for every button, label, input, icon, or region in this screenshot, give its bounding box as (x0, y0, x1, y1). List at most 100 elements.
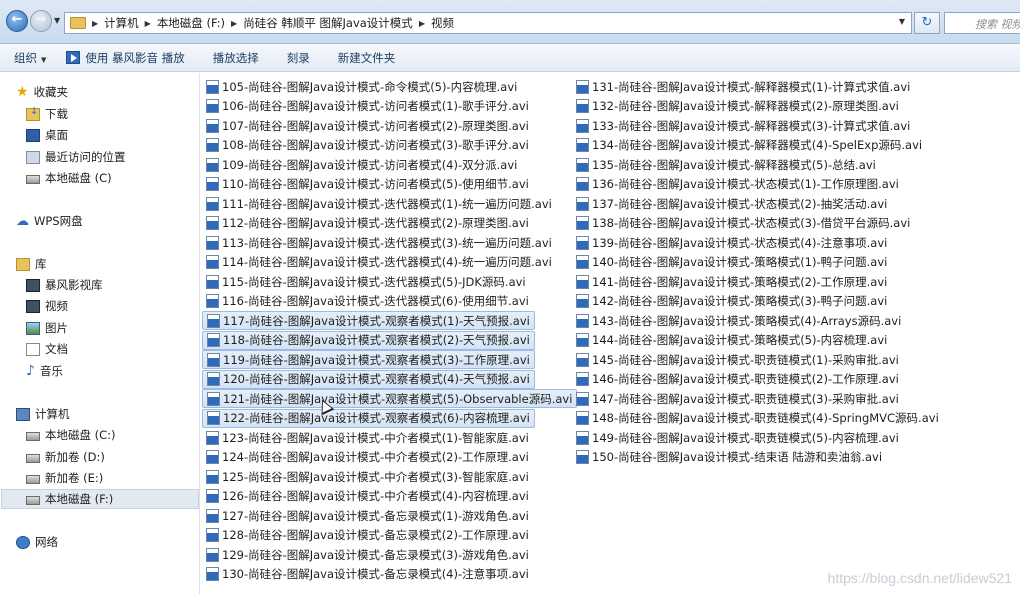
file-item[interactable]: 110-尚硅谷-图解Java设计模式-访问者模式(5)-使用细节.avi (202, 175, 533, 194)
file-name: 148-尚硅谷-图解Java设计模式-职责链模式(4)-SpringMVC源码.… (592, 411, 939, 425)
file-item[interactable]: 113-尚硅谷-图解Java设计模式-迭代器模式(3)-统一遍历问题.avi (202, 233, 556, 252)
crumb-video-folder[interactable]: 视频 (431, 15, 454, 31)
file-item[interactable]: 149-尚硅谷-图解Java设计模式-职责链模式(5)-内容梳理.avi (572, 428, 903, 447)
refresh-button[interactable]: ↻ (914, 12, 940, 34)
file-item[interactable]: 130-尚硅谷-图解Java设计模式-备忘录模式(4)-注意事项.avi (202, 565, 533, 584)
file-item[interactable]: 124-尚硅谷-图解Java设计模式-中介者模式(2)-工作原理.avi (202, 448, 533, 467)
video-file-icon (576, 372, 589, 386)
file-item[interactable]: 139-尚硅谷-图解Java设计模式-状态模式(4)-注意事项.avi (572, 233, 891, 252)
file-item[interactable]: 107-尚硅谷-图解Java设计模式-访问者模式(2)-原理类图.avi (202, 116, 533, 135)
file-item[interactable]: 143-尚硅谷-图解Java设计模式-策略模式(4)-Arrays源码.avi (572, 311, 905, 330)
nav-network[interactable]: 网络 (16, 532, 58, 552)
file-item[interactable]: 106-尚硅谷-图解Java设计模式-访问者模式(1)-歌手评分.avi (202, 97, 533, 116)
file-item[interactable]: 144-尚硅谷-图解Java设计模式-策略模式(5)-内容梳理.avi (572, 331, 891, 350)
file-item[interactable]: 142-尚硅谷-图解Java设计模式-策略模式(3)-鸭子问题.avi (572, 292, 891, 311)
star-icon: ★ (16, 83, 29, 100)
file-name: 144-尚硅谷-图解Java设计模式-策略模式(5)-内容梳理.avi (592, 333, 888, 347)
file-item[interactable]: 137-尚硅谷-图解Java设计模式-状态模式(2)-抽奖活动.avi (572, 194, 891, 213)
video-file-icon (576, 430, 589, 445)
file-item[interactable]: 127-尚硅谷-图解Java设计模式-备忘录模式(1)-游戏角色.avi (202, 506, 533, 525)
file-item[interactable]: 111-尚硅谷-图解Java设计模式-迭代器模式(1)-统一遍历问题.avi (202, 194, 556, 213)
file-item[interactable]: 128-尚硅谷-图解Java设计模式-备忘录模式(2)-工作原理.avi (202, 526, 533, 545)
nav-videos[interactable]: 视频 (26, 296, 68, 316)
nav-documents[interactable]: 文档 (26, 339, 68, 359)
file-name: 141-尚硅谷-图解Java设计模式-策略模式(2)-工作原理.avi (592, 274, 888, 289)
file-item[interactable]: 148-尚硅谷-图解Java设计模式-职责链模式(4)-SpringMVC源码.… (572, 409, 943, 428)
nav-drive-c[interactable]: 本地磁盘 (C:) (26, 425, 116, 445)
forward-button[interactable]: → (30, 10, 52, 32)
file-item[interactable]: 123-尚硅谷-图解Java设计模式-中介者模式(1)-智能家庭.avi (202, 428, 533, 447)
video-file-icon (206, 469, 219, 484)
file-item[interactable]: 115-尚硅谷-图解Java设计模式-迭代器模式(5)-JDK源码.avi (202, 272, 530, 291)
nav-label: 新加卷 (E:) (45, 471, 104, 485)
nav-pictures[interactable]: 图片 (26, 318, 68, 338)
organize-button[interactable]: 组织 ▼ (14, 50, 46, 66)
file-item[interactable]: 135-尚硅谷-图解Java设计模式-解释器模式(5)-总结.avi (572, 155, 880, 174)
nav-downloads[interactable]: 下载 (26, 104, 68, 124)
file-item[interactable]: 125-尚硅谷-图解Java设计模式-中介者模式(3)-智能家庭.avi (202, 467, 533, 486)
address-dropdown-icon[interactable]: ▼ (899, 17, 905, 26)
file-item[interactable]: 147-尚硅谷-图解Java设计模式-职责链模式(3)-采购审批.avi (572, 389, 903, 408)
crumb-drive-f[interactable]: 本地磁盘 (F:) (157, 15, 225, 31)
back-button[interactable]: ← (6, 10, 28, 32)
nav-recent[interactable]: 最近访问的位置 (26, 147, 126, 167)
file-item[interactable]: 129-尚硅谷-图解Java设计模式-备忘录模式(3)-游戏角色.avi (202, 545, 533, 564)
new-folder-button[interactable]: 新建文件夹 (338, 50, 396, 66)
file-item[interactable]: 146-尚硅谷-图解Java设计模式-职责链模式(2)-工作原理.avi (572, 370, 903, 389)
chevron-right-icon[interactable]: ▶ (92, 19, 98, 28)
file-item[interactable]: 108-尚硅谷-图解Java设计模式-访问者模式(3)-歌手评分.avi (202, 136, 533, 155)
nav-drive-f[interactable]: 本地磁盘 (F:) (1, 489, 199, 509)
breadcrumb[interactable]: ▶ 计算机 ▶ 本地磁盘 (F:) ▶ 尚硅谷 韩顺平 图解Java设计模式 ▶… (64, 12, 912, 34)
chevron-right-icon[interactable]: ▶ (145, 19, 151, 28)
nav-drive-d[interactable]: 新加卷 (D:) (26, 447, 105, 467)
file-item[interactable]: 120-尚硅谷-图解Java设计模式-观察者模式(4)-天气预报.avi (202, 369, 535, 389)
play-with-button[interactable]: 使用 暴风影音 播放 (66, 50, 185, 66)
file-item[interactable]: 131-尚硅谷-图解Java设计模式-解释器模式(1)-计算式求值.avi (572, 77, 914, 96)
file-item[interactable]: 145-尚硅谷-图解Java设计模式-职责链模式(1)-采购审批.avi (572, 350, 903, 369)
crumb-computer[interactable]: 计算机 (104, 15, 139, 31)
nav-favorites[interactable]: ★ 收藏夹 (16, 82, 68, 102)
drive-icon (26, 454, 40, 463)
file-item[interactable]: 121-尚硅谷-图解Java设计模式-观察者模式(5)-Observable源码… (202, 389, 578, 408)
file-item[interactable]: 126-尚硅谷-图解Java设计模式-中介者模式(4)-内容梳理.avi (202, 487, 533, 506)
nav-label: 文档 (45, 342, 68, 356)
file-name: 147-尚硅谷-图解Java设计模式-职责链模式(3)-采购审批.avi (592, 391, 899, 406)
chevron-right-icon[interactable]: ▶ (231, 19, 237, 28)
nav-baofeng-library[interactable]: 暴风影视库 (26, 275, 103, 295)
file-item[interactable]: 150-尚硅谷-图解Java设计模式-结束语 陆游和卖油翁.avi (572, 448, 886, 467)
file-item[interactable]: 136-尚硅谷-图解Java设计模式-状态模式(1)-工作原理图.avi (572, 175, 903, 194)
nav-drive-e[interactable]: 新加卷 (E:) (26, 468, 103, 488)
nav-libraries[interactable]: 库 (16, 254, 47, 274)
file-item[interactable]: 138-尚硅谷-图解Java设计模式-状态模式(3)-借贷平台源码.avi (572, 214, 914, 233)
nav-desktop[interactable]: 桌面 (26, 125, 68, 145)
nav-local-c-favorite[interactable]: 本地磁盘 (C) (26, 168, 112, 188)
file-item[interactable]: 105-尚硅谷-图解Java设计模式-命令模式(5)-内容梳理.avi (202, 77, 521, 96)
file-item[interactable]: 116-尚硅谷-图解Java设计模式-迭代器模式(6)-使用细节.avi (202, 292, 533, 311)
crumb-course-folder[interactable]: 尚硅谷 韩顺平 图解Java设计模式 (243, 15, 413, 31)
file-item[interactable]: 133-尚硅谷-图解Java设计模式-解释器模式(3)-计算式求值.avi (572, 116, 914, 135)
file-item[interactable]: 140-尚硅谷-图解Java设计模式-策略模式(1)-鸭子问题.avi (572, 253, 891, 272)
file-item[interactable]: 134-尚硅谷-图解Java设计模式-解释器模式(4)-SpelExp源码.av… (572, 136, 926, 155)
file-item[interactable]: 114-尚硅谷-图解Java设计模式-迭代器模式(4)-统一遍历问题.avi (202, 253, 556, 272)
file-item[interactable]: 141-尚硅谷-图解Java设计模式-策略模式(2)-工作原理.avi (572, 272, 891, 291)
history-dropdown-icon[interactable]: ▼ (54, 16, 60, 25)
file-name: 112-尚硅谷-图解Java设计模式-迭代器模式(2)-原理类图.avi (222, 216, 529, 230)
file-item[interactable]: 122-尚硅谷-图解Java设计模式-观察者模式(6)-内容梳理.avi (202, 408, 535, 428)
file-name: 113-尚硅谷-图解Java设计模式-迭代器模式(3)-统一遍历问题.avi (222, 235, 552, 250)
file-item[interactable]: 117-尚硅谷-图解Java设计模式-观察者模式(1)-天气预报.avi (202, 311, 535, 330)
burn-button[interactable]: 刻录 (287, 50, 310, 66)
file-item[interactable]: 109-尚硅谷-图解Java设计模式-访问者模式(4)-双分派.avi (202, 155, 521, 174)
file-name: 128-尚硅谷-图解Java设计模式-备忘录模式(2)-工作原理.avi (222, 528, 529, 542)
nav-computer[interactable]: 计算机 (16, 404, 70, 424)
file-item[interactable]: 118-尚硅谷-图解Java设计模式-观察者模式(2)-天气预报.avi (202, 330, 535, 350)
chevron-right-icon[interactable]: ▶ (419, 19, 425, 28)
file-name: 120-尚硅谷-图解Java设计模式-观察者模式(4)-天气预报.avi (223, 372, 530, 386)
file-item[interactable]: 112-尚硅谷-图解Java设计模式-迭代器模式(2)-原理类图.avi (202, 214, 533, 233)
play-selection-button[interactable]: 播放选择 (213, 50, 259, 66)
file-item[interactable]: 132-尚硅谷-图解Java设计模式-解释器模式(2)-原理类图.avi (572, 97, 903, 116)
nav-music[interactable]: ♪ 音乐 (26, 361, 63, 381)
nav-wps-drive[interactable]: ☁ WPS网盘 (16, 211, 83, 231)
search-input[interactable]: 搜索 视频 (944, 12, 1020, 34)
file-name: 122-尚硅谷-图解Java设计模式-观察者模式(6)-内容梳理.avi (223, 411, 530, 425)
file-item[interactable]: 119-尚硅谷-图解Java设计模式-观察者模式(3)-工作原理.avi (202, 350, 535, 369)
